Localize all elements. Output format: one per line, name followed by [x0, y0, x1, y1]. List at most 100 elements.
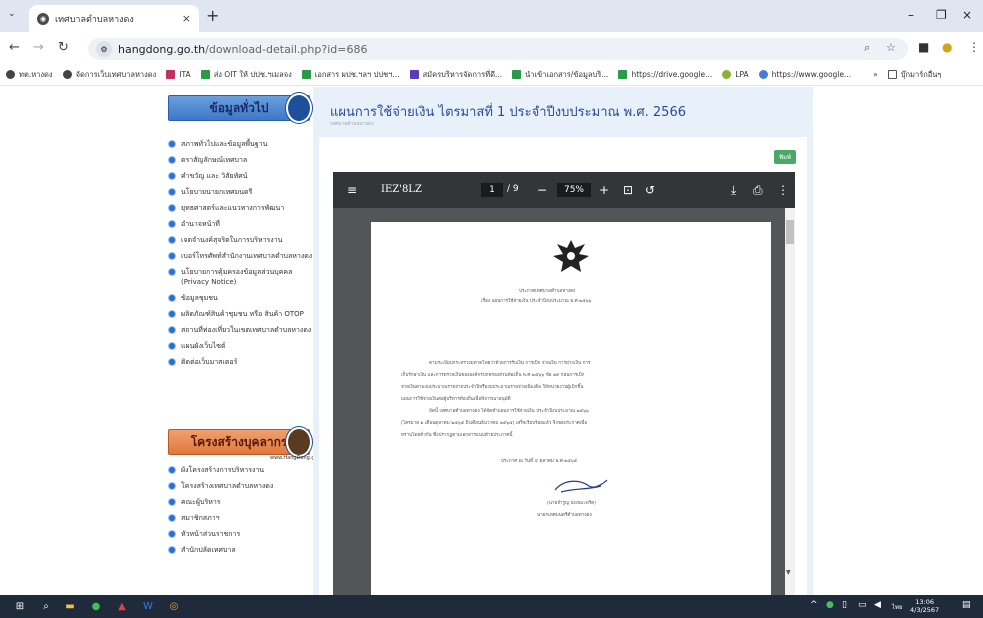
list-item[interactable]: อำนาจหน้าที่	[168, 219, 318, 229]
list-item[interactable]: คณะผู้บริหาร	[168, 497, 318, 507]
restore-button[interactable]: ❐	[936, 8, 947, 22]
list-item[interactable]: ผลิตภัณฑ์สินค้าชุมชน หรือ สินค้า OTOP	[168, 309, 318, 319]
taskbar: ⊞ ⌕ ▬ ● ▲ W ◎ ^ ● ▯ ▭ ◀ ไทย 13:06 4/3/25…	[0, 595, 983, 618]
list-item[interactable]: สถานที่ท่องเที่ยวในเขตเทศบาลตำบลหางดง	[168, 325, 318, 335]
pdf-text-line: ตามระเบียบกระทรวงมหาดไทยว่าด้วยการรับเงิ…	[429, 361, 591, 366]
list-item[interactable]: หัวหน้าส่วนราชการ	[168, 529, 318, 539]
bookmark-item[interactable]: LPA	[722, 70, 749, 79]
tab-search-button[interactable]: ⌄	[8, 9, 16, 19]
bookmark-item[interactable]: https://www.google...	[758, 70, 851, 79]
bookmark-item[interactable]: สมัครบริหารจัดการที่ดี...	[409, 69, 502, 81]
pdf-text-line: เก็บรักษาเงิน และการตรวจเงินขององค์กรปกค…	[401, 373, 585, 378]
scroll-down-arrow-icon[interactable]: ▼	[786, 569, 791, 576]
volume-icon[interactable]: ◀	[874, 600, 881, 610]
address-bar[interactable]: ⚙ hangdong.go.th/download-detail.php?id=…	[88, 38, 908, 60]
browser-menu-icon[interactable]: ⋮	[968, 40, 980, 54]
list-item[interactable]: ผังโครงสร้างการบริหารงาน	[168, 465, 318, 475]
file-explorer-icon[interactable]: ▬	[62, 598, 78, 614]
person-badge-icon	[286, 427, 312, 457]
bookmarks-more-button[interactable]: »	[873, 70, 878, 79]
chrome-icon[interactable]: ◎	[166, 598, 182, 614]
bullet-icon	[168, 172, 176, 180]
personnel-menu: ผังโครงสร้างการบริหารงาน โครงสร้างเทศบาล…	[168, 465, 318, 561]
bookmark-favicon-icon	[166, 70, 176, 79]
bookmark-item[interactable]: จัดการเว็บเทศบาลหางดง	[62, 69, 156, 81]
zoom-out-icon[interactable]: −	[537, 183, 547, 197]
list-item[interactable]: ตราสัญลักษณ์เทศบาล	[168, 155, 318, 165]
site-info-icon[interactable]: ⚙	[96, 41, 112, 57]
bookmark-item[interactable]: ส่ง OIT ให้ ปปช.ฯเมลจง	[200, 69, 292, 81]
line-app-icon[interactable]: ●	[88, 598, 104, 614]
pdf-scrollbar[interactable]	[785, 208, 795, 595]
language-indicator[interactable]: ไทย	[892, 602, 903, 612]
zoom-level-input[interactable]: 75%	[557, 183, 591, 197]
close-window-button[interactable]: ×	[962, 8, 972, 22]
reload-icon[interactable]: ↻	[58, 40, 69, 55]
bookmark-star-icon[interactable]: ☆	[886, 41, 896, 54]
windows-start-icon[interactable]: ⊞	[12, 598, 28, 614]
lpa-icon	[722, 70, 732, 79]
tray-overflow-icon[interactable]: ^	[810, 600, 818, 610]
list-item[interactable]: สำนักปลัดเทศบาล	[168, 545, 318, 555]
list-item[interactable]: แผนผังเว็บไซต์	[168, 341, 318, 351]
page-number-input[interactable]: 1	[481, 183, 503, 197]
fit-page-icon[interactable]: ⊡	[623, 183, 633, 197]
list-item[interactable]: ยุทธศาสตร์และแนวทางการพัฒนา	[168, 203, 318, 213]
bookmarks-bar: ทต.หางดง จัดการเว็บเทศบาลหางดง ITA ส่ง O…	[0, 64, 983, 86]
list-item[interactable]: เจตจำนงค์สุจริตในการบริหารงาน	[168, 235, 318, 245]
network-icon[interactable]: ▭	[858, 600, 867, 610]
general-menu: สภาพทั่วไปและข้อมูลพื้นฐาน ตราสัญลักษณ์เ…	[168, 139, 318, 373]
list-item[interactable]: นโยบายนายกเทศมนตรี	[168, 187, 318, 197]
pdf-text-line: (ไตรมาส ๑ เดือนตุลาคม ๒๕๖๕ ถึงเดือนธันวา…	[401, 421, 588, 426]
list-item[interactable]: โครงสร้างเทศบาลตำบลหางดง	[168, 481, 318, 491]
minimize-button[interactable]: –	[908, 8, 914, 22]
list-item[interactable]: สภาพทั่วไปและข้อมูลพื้นฐาน	[168, 139, 318, 149]
site-favicon-icon: ◉	[37, 12, 49, 25]
search-icon[interactable]: ⌕	[38, 598, 54, 614]
notification-icon[interactable]: ▤	[962, 600, 971, 610]
list-item[interactable]: ข้อมูลชุมชน	[168, 293, 318, 303]
zoom-icon[interactable]: ⌕	[864, 41, 870, 55]
back-arrow-icon[interactable]: ←	[9, 40, 20, 55]
pdf-scroll-thumb[interactable]	[786, 220, 794, 244]
bookmark-item[interactable]: ITA	[166, 70, 191, 79]
print-button[interactable]: พิมพ์	[774, 150, 796, 164]
bullet-icon	[168, 530, 176, 538]
drive-icon	[618, 70, 628, 79]
new-tab-button[interactable]: +	[206, 6, 219, 25]
list-item[interactable]: สมาชิกสภาฯ	[168, 513, 318, 523]
active-tab[interactable]: ◉ เทศบาลตำบลหางดง ×	[29, 5, 199, 32]
forward-arrow-icon[interactable]: →	[33, 40, 44, 55]
page-title: แผนการใช้จ่ายเงิน ไตรมาสที่ 1 ประจำปีงบป…	[330, 105, 686, 120]
tab-close-icon[interactable]: ×	[182, 12, 191, 25]
bullet-icon	[168, 156, 176, 164]
hamburger-menu-icon[interactable]: ≡	[347, 183, 357, 197]
sidepanel-icon[interactable]: ■	[918, 40, 929, 54]
word-icon[interactable]: W	[140, 598, 156, 614]
tray-app-icon[interactable]: ●	[826, 600, 834, 610]
clock[interactable]: 13:06 4/3/2567	[910, 598, 939, 614]
pdf-toolbar: ≡ IEZ'8LZ 1 / 9 − 75% + ⊡ ↺ ⤓ ⎙ ⋮	[333, 172, 795, 208]
download-icon[interactable]: ⤓	[731, 183, 736, 198]
list-item[interactable]: นโยบายการคุ้มครองข้อมูลส่วนบุคคล (Privac…	[168, 267, 318, 287]
list-item[interactable]: เบอร์โทรศัพท์สำนักงานเทศบาลตำบลหางดง	[168, 251, 318, 261]
list-item[interactable]: ติดต่อเว็บมาสเตอร์	[168, 357, 318, 367]
bookmark-favicon-icon	[62, 70, 72, 79]
zoom-in-icon[interactable]: +	[599, 183, 609, 197]
profile-avatar-icon[interactable]: ●	[942, 40, 952, 54]
battery-icon[interactable]: ▯	[842, 600, 847, 610]
pdf-reader-icon[interactable]: ▲	[114, 598, 130, 614]
list-item[interactable]: คำขวัญ และ วิสัยทัศน์	[168, 171, 318, 181]
bullet-icon	[168, 546, 176, 554]
bookmark-item[interactable]: https://drive.google...	[618, 70, 712, 79]
info-badge-icon	[286, 93, 312, 123]
more-options-icon[interactable]: ⋮	[777, 183, 789, 197]
bullet-icon	[168, 204, 176, 212]
print-icon[interactable]: ⎙	[753, 183, 763, 198]
other-bookmarks-folder[interactable]: บุ๊กมาร์กอื่นๆ	[887, 69, 941, 81]
bookmark-item[interactable]: นำเข้าเอกสาร/ข้อมูลบริ...	[512, 69, 608, 81]
bookmark-item[interactable]: เอกสาร ผปช.ฯลฯ ปปชฯ...	[301, 69, 400, 81]
rotate-icon[interactable]: ↺	[645, 183, 655, 197]
bookmark-item[interactable]: ทต.หางดง	[6, 69, 53, 81]
bullet-icon	[168, 342, 176, 350]
